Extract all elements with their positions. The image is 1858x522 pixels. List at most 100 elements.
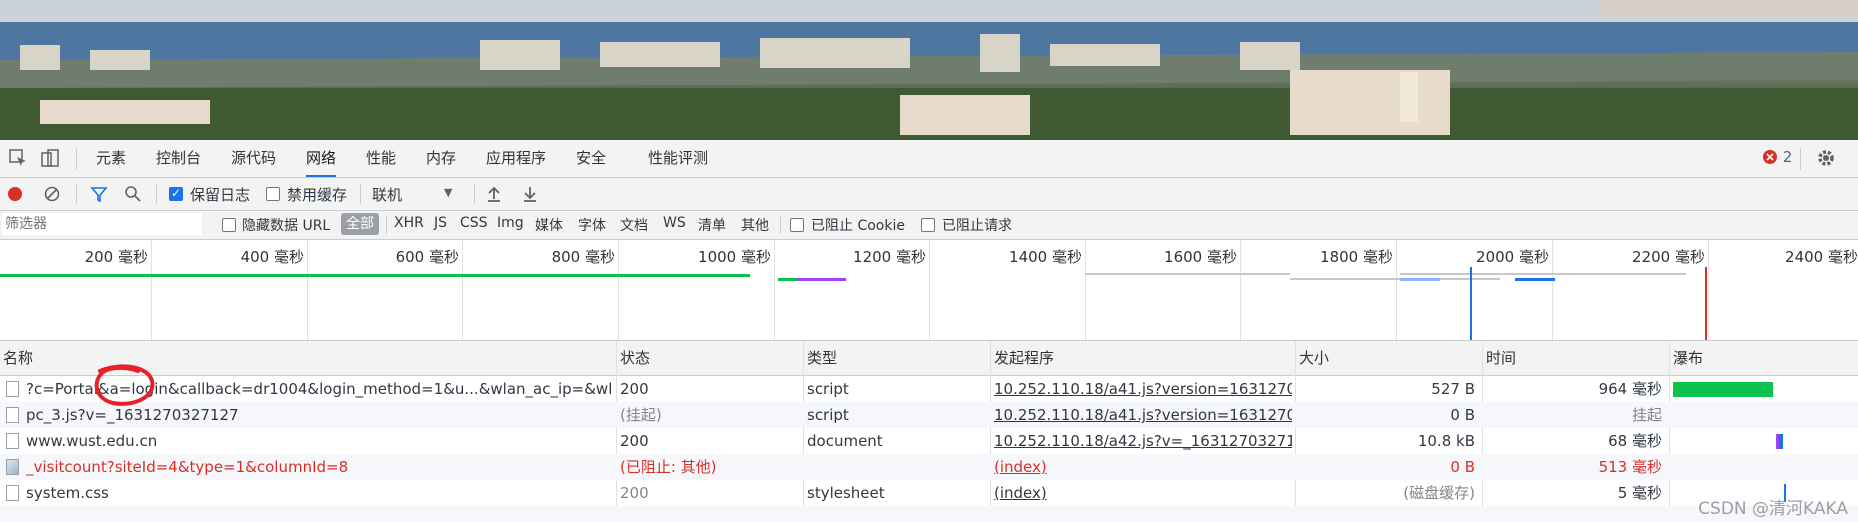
column-header-name[interactable]: 名称 <box>0 341 33 375</box>
disable-cache-checkbox[interactable] <box>266 187 280 201</box>
request-time: 5 毫秒 <box>1617 484 1662 502</box>
network-toolbar: 保留日志 禁用缓存 联机 ▼ <box>0 178 1858 211</box>
column-header-waterfall[interactable]: 瀑布 <box>1670 341 1703 375</box>
throttle-select[interactable]: 联机 ▼ <box>372 184 452 205</box>
hide-data-url-checkbox[interactable] <box>222 218 236 232</box>
image-file-icon <box>6 459 19 475</box>
request-initiator-link[interactable]: (index) <box>994 480 1292 506</box>
request-initiator-link[interactable]: 10.252.110.18/a41.js?version=1631270327.… <box>994 376 1292 402</box>
request-initiator-link[interactable]: (index) <box>994 454 1292 480</box>
table-row[interactable]: _visitcount?siteId=4&type=1&columnId=8 (… <box>0 454 1858 480</box>
filter-type-css[interactable]: CSS <box>460 215 488 231</box>
column-header-initiator[interactable]: 发起程序 <box>991 341 1054 375</box>
request-status: 200 <box>620 432 649 450</box>
watermark: CSDN @清河KAKA <box>1698 499 1848 519</box>
tab-application[interactable]: 应用程序 <box>486 140 546 177</box>
table-row[interactable] <box>0 506 1858 522</box>
record-icon[interactable] <box>7 186 23 206</box>
table-row[interactable]: www.wust.edu.cn 200 document 10.252.110.… <box>0 428 1858 454</box>
disable-cache-label: 禁用缓存 <box>287 186 348 204</box>
filter-type-media[interactable]: 媒体 <box>535 215 563 235</box>
request-size: 0 B <box>1450 406 1475 424</box>
hide-data-url-label: 隐藏数据 URL <box>242 218 331 234</box>
overview-request-bar <box>1400 278 1440 281</box>
device-toolbar-icon[interactable] <box>40 148 60 168</box>
request-type: script <box>807 406 849 424</box>
divider <box>76 148 77 170</box>
tab-security[interactable]: 安全 <box>576 140 606 177</box>
search-icon[interactable] <box>124 185 142 207</box>
column-header-time[interactable]: 时间 <box>1483 341 1516 375</box>
file-icon <box>6 485 19 501</box>
table-row[interactable]: system.css 200 stylesheet (index) (磁盘缓存)… <box>0 480 1858 506</box>
filter-input[interactable] <box>2 213 202 235</box>
timeline-overview[interactable]: 200 毫秒 400 毫秒 600 毫秒 800 毫秒 1000 毫秒 1200… <box>0 240 1858 341</box>
tick-line <box>929 240 930 340</box>
error-count: 2 <box>1782 148 1793 166</box>
tick-line <box>774 240 775 340</box>
request-size: (磁盘缓存) <box>1403 484 1475 502</box>
filter-icon[interactable] <box>90 185 108 207</box>
error-counter[interactable]: 2 <box>1762 148 1792 166</box>
request-time: 964 毫秒 <box>1598 380 1662 398</box>
filter-type-xhr[interactable]: XHR <box>394 215 424 231</box>
tab-memory[interactable]: 内存 <box>426 140 456 177</box>
clear-icon[interactable] <box>44 186 60 206</box>
tick-label: 400 毫秒 <box>240 248 304 266</box>
tab-console[interactable]: 控制台 <box>156 140 201 177</box>
filter-type-ws[interactable]: WS <box>663 215 686 231</box>
column-header-status[interactable]: 状态 <box>617 341 650 375</box>
tick-label: 2000 毫秒 <box>1476 248 1549 266</box>
tick-line <box>1552 240 1553 340</box>
tick-label: 1200 毫秒 <box>853 248 926 266</box>
request-name: _visitcount?siteId=4&type=1&columnId=8 <box>26 458 349 476</box>
devtools-tab-bar: 元素 控制台 源代码 网络 性能 内存 应用程序 安全 性能评测 2 <box>0 140 1858 178</box>
tick-label: 1800 毫秒 <box>1320 248 1393 266</box>
gear-icon[interactable] <box>1816 148 1836 168</box>
tick-line <box>1396 240 1397 340</box>
request-time: 513 毫秒 <box>1598 458 1662 476</box>
blocked-requests-checkbox[interactable] <box>921 218 935 232</box>
column-header-type[interactable]: 类型 <box>804 341 837 375</box>
preserve-log-checkbox[interactable] <box>169 186 183 201</box>
filter-type-manifest[interactable]: 清单 <box>698 215 726 235</box>
request-initiator-link[interactable]: 10.252.110.18/a41.js?version=1631270327.… <box>994 402 1292 428</box>
dom-content-loaded-marker <box>1470 267 1472 340</box>
tick-line <box>307 240 308 340</box>
import-har-icon[interactable] <box>486 185 502 207</box>
table-row[interactable]: pc_3.js?v=_1631270327127 (挂起) script 10.… <box>0 402 1858 428</box>
request-size: 10.8 kB <box>1417 432 1475 450</box>
tick-line <box>462 240 463 340</box>
table-row[interactable]: ?c=Portal&a=login&callback=dr1004&login_… <box>0 376 1858 402</box>
filter-type-other[interactable]: 其他 <box>741 215 769 235</box>
overview-request-bar <box>798 278 846 281</box>
tab-network[interactable]: 网络 <box>306 140 337 177</box>
filter-type-img[interactable]: Img <box>497 215 524 231</box>
tab-sources[interactable]: 源代码 <box>231 140 276 177</box>
divider <box>156 184 157 204</box>
inspect-element-icon[interactable] <box>8 148 28 168</box>
tab-elements[interactable]: 元素 <box>96 140 126 177</box>
request-initiator-link[interactable]: 10.252.110.18/a42.js?v=_1631270327127:3.… <box>994 428 1292 454</box>
filter-type-font[interactable]: 字体 <box>578 215 606 235</box>
filter-type-all[interactable]: 全部 <box>341 213 379 235</box>
divider <box>474 184 475 204</box>
tick-label: 1600 毫秒 <box>1164 248 1237 266</box>
file-icon <box>6 433 19 449</box>
blocked-cookies-checkbox[interactable] <box>790 218 804 232</box>
request-status: 200 <box>620 380 649 398</box>
tick-label: 2200 毫秒 <box>1632 248 1705 266</box>
request-name: www.wust.edu.cn <box>26 432 158 450</box>
tab-lighthouse[interactable]: 性能评测 <box>648 140 708 177</box>
throttle-value: 联机 <box>372 186 403 204</box>
export-har-icon[interactable] <box>522 185 538 207</box>
waterfall-bar <box>1779 434 1783 449</box>
filter-type-js[interactable]: JS <box>434 215 447 231</box>
overview-request-bar <box>0 274 750 277</box>
blocked-requests-label: 已阻止请求 <box>942 218 1012 234</box>
filter-type-doc[interactable]: 文档 <box>620 215 648 235</box>
column-header-size[interactable]: 大小 <box>1296 341 1329 375</box>
tab-performance[interactable]: 性能 <box>366 140 396 177</box>
filter-bar: 隐藏数据 URL 全部 XHR JS CSS Img 媒体 字体 文档 WS 清… <box>0 211 1858 240</box>
request-time: 68 毫秒 <box>1608 432 1662 450</box>
